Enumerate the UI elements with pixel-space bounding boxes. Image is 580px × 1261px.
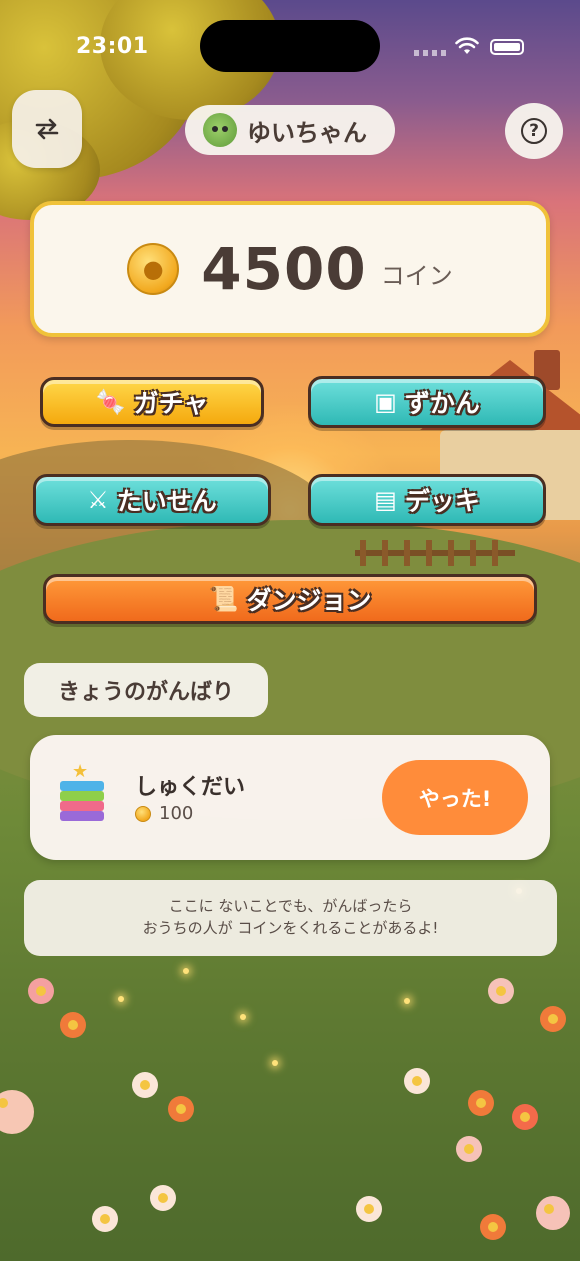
task-card: ★ しゅくだい 100 やった!	[30, 735, 550, 860]
crossed-swords-icon: ⚔	[87, 486, 109, 514]
taisen-button[interactable]: ⚔ たいせん	[33, 474, 271, 526]
dungeon-button[interactable]: 📜 ダンジョン	[43, 574, 537, 624]
profile-pill[interactable]: ゆいちゃん	[185, 105, 395, 155]
coin-unit: コイン	[380, 261, 453, 290]
profile-name: ゆいちゃん	[247, 118, 367, 147]
hint-message: ここに ないことでも、がんばったら おうちの人が コインをくれることがあるよ!	[24, 880, 557, 956]
camera-notch	[200, 20, 380, 72]
coin-balance-card: ● 4500 コイン	[30, 201, 550, 337]
task-done-button[interactable]: やった!	[382, 760, 528, 835]
paw-coin-icon: ●	[127, 243, 180, 295]
task-reward: 100	[135, 803, 193, 824]
zukan-button[interactable]: ▣ ずかん	[308, 376, 546, 428]
hint-line-1: ここに ないことでも、がんばったら	[168, 897, 413, 916]
coin-value: 4500	[201, 235, 367, 303]
hint-line-2: おうちの人が コインをくれることがあるよ!	[142, 919, 439, 937]
dungeon-label: ダンジョン	[246, 586, 372, 615]
switch-user-button[interactable]	[12, 90, 82, 168]
battery-icon	[490, 39, 524, 55]
task-title: しゅくだい	[135, 775, 246, 800]
deck-label: デッキ	[404, 487, 480, 516]
books-stack-icon: ★	[60, 761, 104, 821]
gacha-button[interactable]: 🍬 ガチャ	[40, 377, 264, 427]
task-reward-value: 100	[159, 803, 194, 824]
coin-icon	[135, 805, 151, 822]
help-button[interactable]: ?	[505, 103, 563, 159]
scroll-map-icon: 📜	[208, 585, 239, 613]
swap-arrows-icon	[35, 118, 59, 140]
taisen-label: たいせん	[116, 487, 217, 516]
wifi-icon	[455, 37, 479, 54]
dragon-avatar-icon	[203, 113, 237, 147]
deck-button[interactable]: ▤ デッキ	[308, 474, 546, 526]
today-section-label: きょうのがんばり	[24, 663, 268, 717]
zukan-label: ずかん	[404, 389, 480, 418]
treasure-chest-icon: ▣	[374, 388, 397, 416]
gumball-machine-icon: 🍬	[95, 388, 126, 416]
question-mark-icon: ?	[521, 118, 547, 144]
status-time: 23:01	[76, 34, 149, 59]
cards-icon: ▤	[374, 486, 397, 514]
gacha-label: ガチャ	[133, 389, 209, 418]
signal-icon	[414, 50, 446, 56]
